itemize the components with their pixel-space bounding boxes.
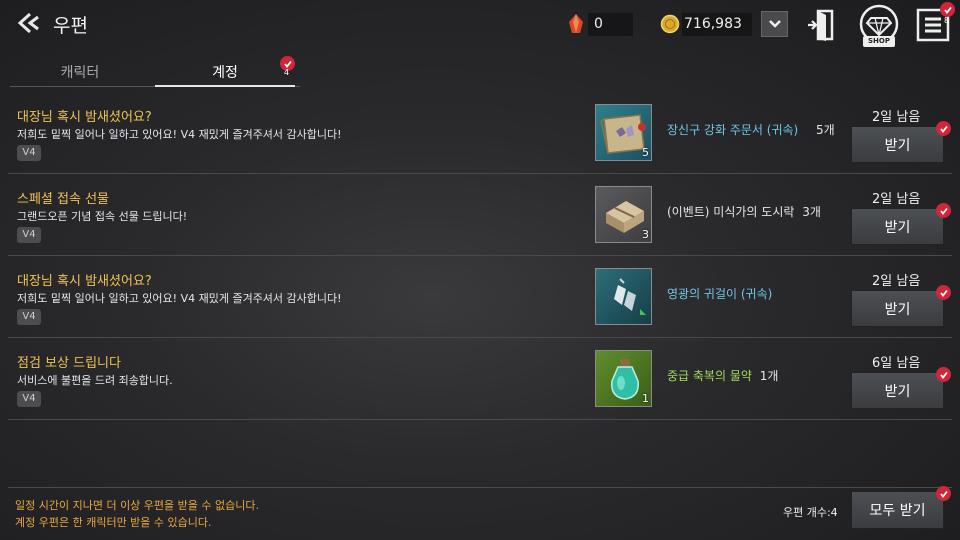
receive-badge [936, 203, 951, 218]
gem-counter: 0 [566, 11, 603, 37]
mail-tag: V4 [17, 227, 41, 243]
mail-tag: V4 [17, 145, 41, 161]
footer-notice-1: 일정 시간이 지나면 더 이상 우편을 받을 수 없습니다. [15, 499, 259, 512]
mail-description: 그랜드오픈 기념 접속 선물 드립니다! [17, 210, 188, 223]
check-icon [939, 207, 948, 215]
receive-button-label: 받기 [884, 301, 911, 318]
header-bar: 우편 0 716,983 SHOP 8 [0, 0, 960, 50]
receive-badge [936, 367, 951, 382]
item-name: (이벤트) 미식가의 도시락 [667, 205, 795, 219]
item-qty: 1개 [759, 369, 779, 383]
tab-character[interactable]: 캐릭터 [10, 62, 150, 88]
mail-row: 점검 보상 드립니다 서비스에 불편을 드려 죄송합니다. V4 1 중급 축복… [8, 348, 952, 420]
footer-divider [8, 487, 952, 488]
item-name-row: (이벤트) 미식가의 도시락 3개 [667, 203, 821, 220]
days-left: 2일 남음 [872, 110, 921, 125]
tab-account-badge-count: 4 [284, 68, 290, 77]
item-count: 1 [642, 392, 649, 405]
item-name-row: 장신구 강화 주문서 (귀속) 5개 [667, 121, 835, 138]
receive-badge [936, 121, 951, 136]
days-left: 2일 남음 [872, 274, 921, 289]
mail-title: 대장님 혹시 밤새셨어요? [17, 274, 152, 289]
menu-badge [940, 2, 955, 17]
mail-title: 점검 보상 드립니다 [17, 356, 121, 371]
shop-button[interactable]: SHOP [856, 4, 902, 48]
gem-count: 0 [594, 16, 603, 32]
earring-icon[interactable] [595, 268, 652, 325]
receive-button-label: 받기 [884, 219, 911, 236]
item-name: 영광의 귀걸이 (귀속) [667, 287, 773, 301]
footer-notice-2: 계정 우편은 한 캐릭터만 받을 수 있습니다. [15, 516, 212, 529]
mail-row: 대장님 혹시 밤새셨어요? 저희도 밑찍 일어나 일하고 있어요! V4 재밌게… [8, 266, 952, 338]
receive-button[interactable]: 받기 [851, 121, 951, 163]
scroll-icon[interactable]: 5 [595, 104, 652, 161]
back-arrow-icon[interactable] [16, 9, 44, 37]
item-count: 5 [642, 146, 649, 159]
item-qty: 3개 [802, 205, 821, 219]
item-count: 3 [642, 228, 649, 241]
menu-button[interactable]: 8 [916, 2, 955, 44]
receive-button-label: 받기 [884, 383, 911, 400]
mail-tag: V4 [17, 391, 41, 407]
currency-dropdown-button[interactable] [761, 11, 788, 37]
mail-title: 대장님 혹시 밤새셨어요? [17, 110, 152, 125]
gold-counter: 716,983 [660, 11, 742, 37]
check-icon [939, 490, 948, 498]
mail-tag: V4 [17, 309, 41, 325]
mail-title: 스페셜 접속 선물 [17, 192, 109, 207]
receive-button-label: 받기 [884, 137, 911, 154]
check-icon [943, 6, 952, 14]
tab-active-underline [155, 85, 295, 87]
item-name: 장신구 강화 주문서 (귀속) [667, 123, 799, 137]
gold-count: 716,983 [684, 16, 742, 32]
check-icon [283, 60, 292, 68]
potion-icon[interactable]: 1 [595, 350, 652, 407]
mail-row: 대장님 혹시 밤새셨어요? 저희도 밑찍 일어나 일하고 있어요! V4 재밌게… [8, 102, 952, 174]
mail-count: 우편 개수:4 [783, 506, 838, 519]
lunchbox-icon[interactable]: 3 [595, 186, 652, 243]
check-icon [939, 125, 948, 133]
days-left: 6일 남음 [872, 356, 921, 371]
receive-button[interactable]: 받기 [851, 285, 951, 327]
item-name-row: 중급 축복의 물약 1개 [667, 367, 778, 384]
receive-badge [936, 285, 951, 300]
chevron-down-icon [768, 20, 781, 28]
receive-all-button[interactable]: 모두 받기 [851, 486, 951, 529]
mail-description: 저희도 밑찍 일어나 일하고 있어요! V4 재밌게 즐겨주셔서 감사합니다! [17, 128, 342, 141]
receive-all-label: 모두 받기 [869, 503, 926, 519]
mail-description: 저희도 밑찍 일어나 일하고 있어요! V4 재밌게 즐겨주셔서 감사합니다! [17, 292, 342, 305]
mail-description: 서비스에 불편을 드려 죄송합니다. [17, 374, 173, 387]
receive-all-badge [936, 486, 951, 501]
page-title: 우편 [53, 15, 88, 37]
gold-coin-icon [660, 14, 680, 34]
check-icon [939, 289, 948, 297]
item-name-row: 영광의 귀걸이 (귀속) [667, 285, 772, 302]
exit-door-icon[interactable] [806, 8, 838, 46]
receive-button[interactable]: 받기 [851, 367, 951, 409]
check-icon [939, 371, 948, 379]
menu-badge-count: 8 [944, 16, 950, 25]
shop-label: SHOP [868, 37, 890, 45]
item-name: 중급 축복의 물약 [667, 369, 752, 383]
red-gem-icon [566, 13, 586, 35]
receive-button[interactable]: 받기 [851, 203, 951, 245]
item-qty: 5개 [816, 123, 835, 137]
mail-row: 스페셜 접속 선물 그랜드오픈 기념 접속 선물 드립니다! V4 3 (이벤트… [8, 184, 952, 256]
days-left: 2일 남음 [872, 192, 921, 207]
